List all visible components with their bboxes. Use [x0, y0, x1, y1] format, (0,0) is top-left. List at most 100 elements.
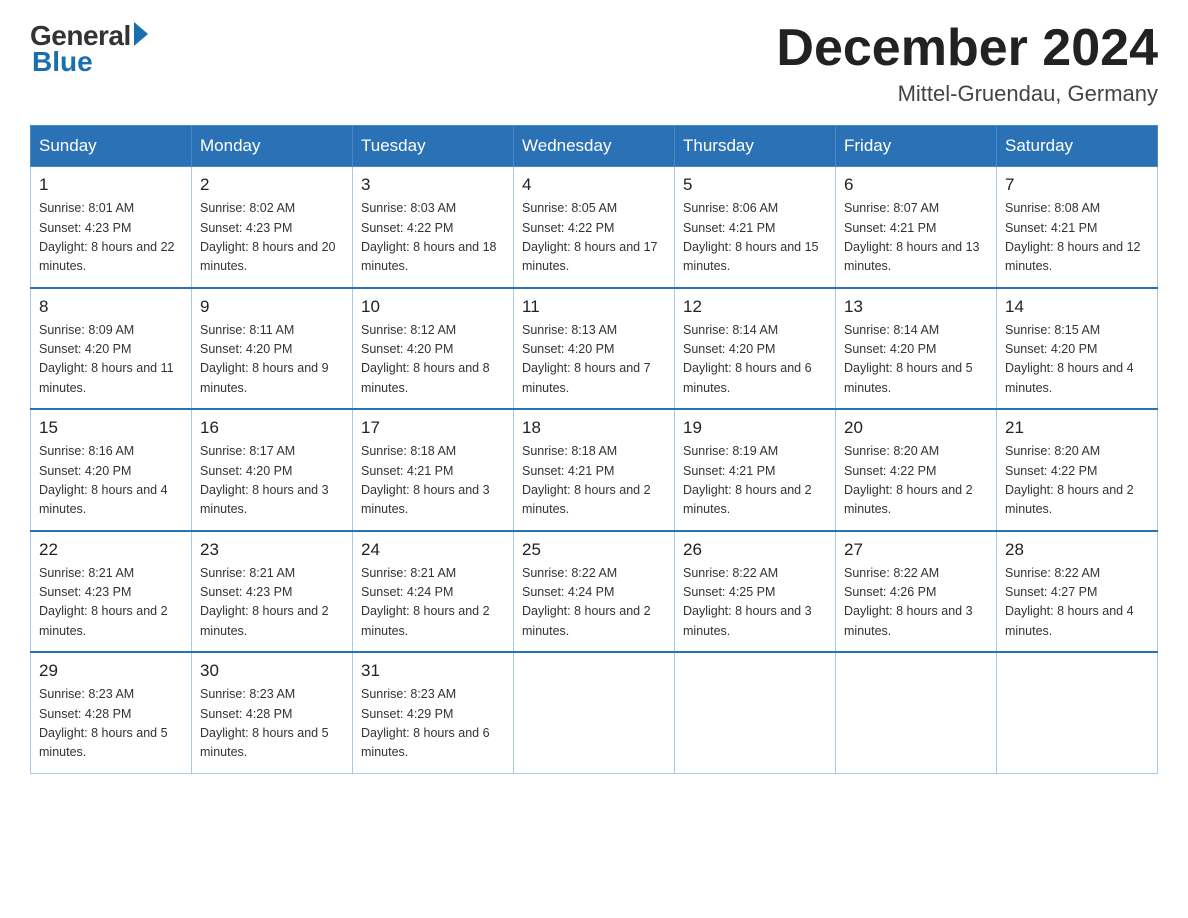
- calendar-table: SundayMondayTuesdayWednesdayThursdayFrid…: [30, 125, 1158, 774]
- page-header: General Blue December 2024 Mittel-Gruend…: [30, 20, 1158, 107]
- day-info: Sunrise: 8:17 AMSunset: 4:20 PMDaylight:…: [200, 442, 344, 520]
- day-number: 12: [683, 297, 827, 317]
- day-info: Sunrise: 8:12 AMSunset: 4:20 PMDaylight:…: [361, 321, 505, 399]
- calendar-cell: [514, 652, 675, 773]
- month-title: December 2024: [776, 20, 1158, 77]
- logo: General Blue: [30, 20, 148, 78]
- day-info: Sunrise: 8:08 AMSunset: 4:21 PMDaylight:…: [1005, 199, 1149, 277]
- day-number: 29: [39, 661, 183, 681]
- day-number: 25: [522, 540, 666, 560]
- day-info: Sunrise: 8:22 AMSunset: 4:27 PMDaylight:…: [1005, 564, 1149, 642]
- calendar-cell: 29 Sunrise: 8:23 AMSunset: 4:28 PMDayligh…: [31, 652, 192, 773]
- day-number: 30: [200, 661, 344, 681]
- day-info: Sunrise: 8:18 AMSunset: 4:21 PMDaylight:…: [361, 442, 505, 520]
- calendar-cell: 16 Sunrise: 8:17 AMSunset: 4:20 PMDayligh…: [192, 409, 353, 531]
- weekday-header-monday: Monday: [192, 126, 353, 167]
- logo-arrow-icon: [134, 22, 148, 46]
- calendar-cell: 1 Sunrise: 8:01 AMSunset: 4:23 PMDaylight…: [31, 167, 192, 288]
- day-info: Sunrise: 8:22 AMSunset: 4:25 PMDaylight:…: [683, 564, 827, 642]
- day-number: 27: [844, 540, 988, 560]
- day-info: Sunrise: 8:21 AMSunset: 4:24 PMDaylight:…: [361, 564, 505, 642]
- weekday-header-tuesday: Tuesday: [353, 126, 514, 167]
- day-info: Sunrise: 8:21 AMSunset: 4:23 PMDaylight:…: [39, 564, 183, 642]
- day-number: 11: [522, 297, 666, 317]
- day-info: Sunrise: 8:22 AMSunset: 4:26 PMDaylight:…: [844, 564, 988, 642]
- calendar-cell: 15 Sunrise: 8:16 AMSunset: 4:20 PMDayligh…: [31, 409, 192, 531]
- day-info: Sunrise: 8:05 AMSunset: 4:22 PMDaylight:…: [522, 199, 666, 277]
- calendar-cell: 21 Sunrise: 8:20 AMSunset: 4:22 PMDayligh…: [997, 409, 1158, 531]
- day-info: Sunrise: 8:23 AMSunset: 4:29 PMDaylight:…: [361, 685, 505, 763]
- location-subtitle: Mittel-Gruendau, Germany: [776, 81, 1158, 107]
- day-number: 6: [844, 175, 988, 195]
- day-info: Sunrise: 8:19 AMSunset: 4:21 PMDaylight:…: [683, 442, 827, 520]
- day-info: Sunrise: 8:18 AMSunset: 4:21 PMDaylight:…: [522, 442, 666, 520]
- day-info: Sunrise: 8:01 AMSunset: 4:23 PMDaylight:…: [39, 199, 183, 277]
- calendar-cell: 28 Sunrise: 8:22 AMSunset: 4:27 PMDayligh…: [997, 531, 1158, 653]
- day-number: 20: [844, 418, 988, 438]
- day-number: 22: [39, 540, 183, 560]
- calendar-week-row: 29 Sunrise: 8:23 AMSunset: 4:28 PMDayligh…: [31, 652, 1158, 773]
- day-info: Sunrise: 8:13 AMSunset: 4:20 PMDaylight:…: [522, 321, 666, 399]
- day-info: Sunrise: 8:15 AMSunset: 4:20 PMDaylight:…: [1005, 321, 1149, 399]
- calendar-cell: 24 Sunrise: 8:21 AMSunset: 4:24 PMDayligh…: [353, 531, 514, 653]
- day-info: Sunrise: 8:22 AMSunset: 4:24 PMDaylight:…: [522, 564, 666, 642]
- calendar-cell: 11 Sunrise: 8:13 AMSunset: 4:20 PMDayligh…: [514, 288, 675, 410]
- day-info: Sunrise: 8:20 AMSunset: 4:22 PMDaylight:…: [844, 442, 988, 520]
- day-info: Sunrise: 8:16 AMSunset: 4:20 PMDaylight:…: [39, 442, 183, 520]
- calendar-cell: 2Sunrise: 8:02 AMSunset: 4:23 PMDaylight…: [192, 167, 353, 288]
- day-number: 4: [522, 175, 666, 195]
- calendar-cell: 10Sunrise: 8:12 AMSunset: 4:20 PMDayligh…: [353, 288, 514, 410]
- calendar-cell: 12 Sunrise: 8:14 AMSunset: 4:20 PMDayligh…: [675, 288, 836, 410]
- day-info: Sunrise: 8:11 AMSunset: 4:20 PMDaylight:…: [200, 321, 344, 399]
- calendar-cell: 13 Sunrise: 8:14 AMSunset: 4:20 PMDayligh…: [836, 288, 997, 410]
- weekday-header-thursday: Thursday: [675, 126, 836, 167]
- day-number: 3: [361, 175, 505, 195]
- day-number: 26: [683, 540, 827, 560]
- weekday-header-sunday: Sunday: [31, 126, 192, 167]
- day-number: 28: [1005, 540, 1149, 560]
- day-info: Sunrise: 8:14 AMSunset: 4:20 PMDaylight:…: [683, 321, 827, 399]
- calendar-cell: 18 Sunrise: 8:18 AMSunset: 4:21 PMDayligh…: [514, 409, 675, 531]
- day-number: 16: [200, 418, 344, 438]
- day-number: 14: [1005, 297, 1149, 317]
- day-number: 31: [361, 661, 505, 681]
- day-info: Sunrise: 8:02 AMSunset: 4:23 PMDaylight:…: [200, 199, 344, 277]
- day-info: Sunrise: 8:20 AMSunset: 4:22 PMDaylight:…: [1005, 442, 1149, 520]
- day-number: 8: [39, 297, 183, 317]
- day-number: 24: [361, 540, 505, 560]
- calendar-cell: 26 Sunrise: 8:22 AMSunset: 4:25 PMDayligh…: [675, 531, 836, 653]
- day-info: Sunrise: 8:21 AMSunset: 4:23 PMDaylight:…: [200, 564, 344, 642]
- day-number: 18: [522, 418, 666, 438]
- day-info: Sunrise: 8:23 AMSunset: 4:28 PMDaylight:…: [39, 685, 183, 763]
- calendar-cell: 23 Sunrise: 8:21 AMSunset: 4:23 PMDayligh…: [192, 531, 353, 653]
- weekday-header-friday: Friday: [836, 126, 997, 167]
- calendar-cell: 19Sunrise: 8:19 AMSunset: 4:21 PMDayligh…: [675, 409, 836, 531]
- calendar-cell: 5Sunrise: 8:06 AMSunset: 4:21 PMDaylight…: [675, 167, 836, 288]
- calendar-cell: 3 Sunrise: 8:03 AMSunset: 4:22 PMDaylight…: [353, 167, 514, 288]
- calendar-cell: 14 Sunrise: 8:15 AMSunset: 4:20 PMDayligh…: [997, 288, 1158, 410]
- day-number: 21: [1005, 418, 1149, 438]
- day-number: 23: [200, 540, 344, 560]
- calendar-cell: 20 Sunrise: 8:20 AMSunset: 4:22 PMDayligh…: [836, 409, 997, 531]
- calendar-week-row: 15 Sunrise: 8:16 AMSunset: 4:20 PMDayligh…: [31, 409, 1158, 531]
- calendar-cell: [675, 652, 836, 773]
- calendar-cell: 17Sunrise: 8:18 AMSunset: 4:21 PMDayligh…: [353, 409, 514, 531]
- calendar-cell: 8Sunrise: 8:09 AMSunset: 4:20 PMDaylight…: [31, 288, 192, 410]
- weekday-header-wednesday: Wednesday: [514, 126, 675, 167]
- day-number: 13: [844, 297, 988, 317]
- weekday-header-saturday: Saturday: [997, 126, 1158, 167]
- calendar-week-row: 8Sunrise: 8:09 AMSunset: 4:20 PMDaylight…: [31, 288, 1158, 410]
- calendar-cell: 9Sunrise: 8:11 AMSunset: 4:20 PMDaylight…: [192, 288, 353, 410]
- calendar-cell: 31 Sunrise: 8:23 AMSunset: 4:29 PMDayligh…: [353, 652, 514, 773]
- calendar-week-row: 22 Sunrise: 8:21 AMSunset: 4:23 PMDayligh…: [31, 531, 1158, 653]
- day-info: Sunrise: 8:03 AMSunset: 4:22 PMDaylight:…: [361, 199, 505, 277]
- calendar-cell: 4 Sunrise: 8:05 AMSunset: 4:22 PMDaylight…: [514, 167, 675, 288]
- logo-blue-text: Blue: [32, 46, 93, 78]
- day-info: Sunrise: 8:14 AMSunset: 4:20 PMDaylight:…: [844, 321, 988, 399]
- calendar-cell: 30 Sunrise: 8:23 AMSunset: 4:28 PMDayligh…: [192, 652, 353, 773]
- day-number: 15: [39, 418, 183, 438]
- day-number: 1: [39, 175, 183, 195]
- day-info: Sunrise: 8:23 AMSunset: 4:28 PMDaylight:…: [200, 685, 344, 763]
- weekday-header-row: SundayMondayTuesdayWednesdayThursdayFrid…: [31, 126, 1158, 167]
- day-info: Sunrise: 8:07 AMSunset: 4:21 PMDaylight:…: [844, 199, 988, 277]
